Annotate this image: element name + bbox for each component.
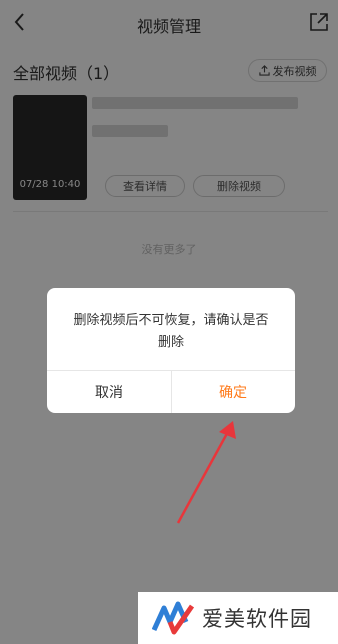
watermark-logo [152, 601, 194, 635]
screen: 视频管理 全部视频（1） 发布视频 07/28 10:40 查看详情 删除视频 … [0, 0, 338, 644]
confirm-delete-dialog: 删除视频后不可恢复，请确认是否删除 取消 确定 [47, 288, 295, 413]
cancel-button[interactable]: 取消 [47, 371, 171, 413]
watermark: 爱美软件园 [138, 592, 338, 644]
dialog-message: 删除视频后不可恢复，请确认是否删除 [73, 313, 269, 350]
confirm-button[interactable]: 确定 [171, 371, 295, 413]
watermark-text: 爱美软件园 [202, 607, 312, 631]
